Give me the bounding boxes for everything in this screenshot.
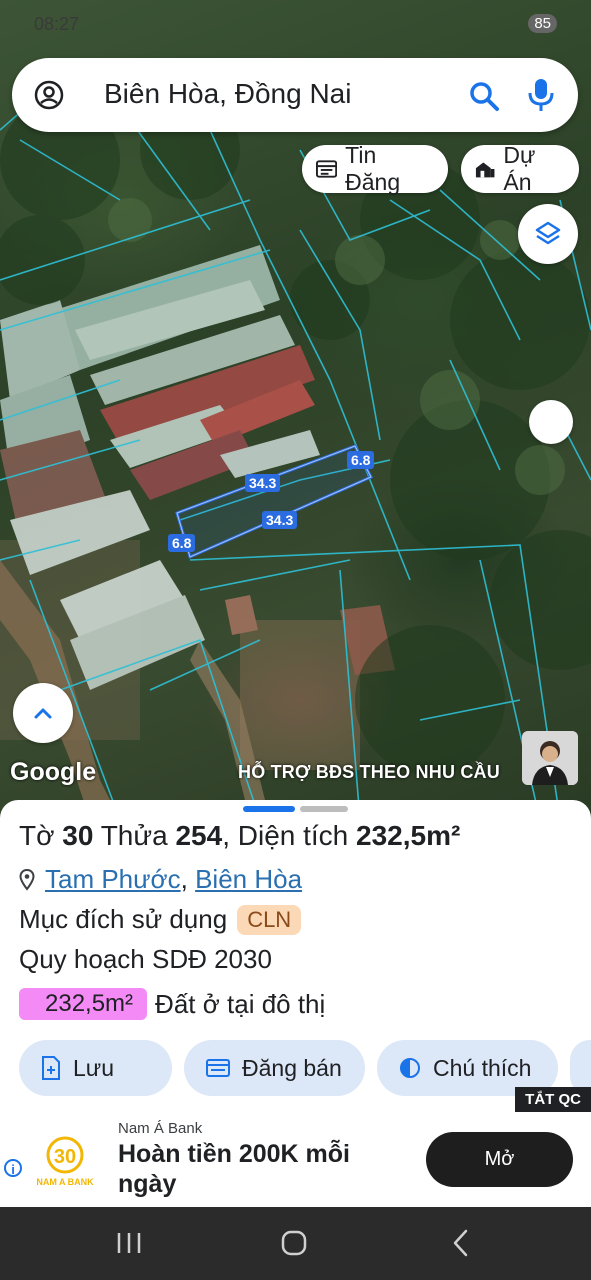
land-use-badge: CLN: [237, 904, 302, 935]
search-bar[interactable]: Biên Hòa, Đồng Nai: [12, 58, 578, 132]
add-file-icon: [42, 1056, 60, 1080]
building-icon: [475, 162, 495, 178]
city-link[interactable]: Biên Hòa: [195, 864, 302, 894]
parcel-info-sheet[interactable]: Tờ 30 Thửa 254, Diện tích 232,5m² Tam Ph…: [0, 800, 591, 1116]
location-pin-icon: [19, 868, 35, 891]
ad-open-button[interactable]: Mở: [426, 1132, 573, 1187]
status-bar: 08:27 85: [34, 10, 557, 40]
sheet-label: Tờ: [19, 820, 55, 851]
map-side-button[interactable]: [529, 400, 573, 444]
contrast-icon: [400, 1058, 420, 1078]
edge-label: 6.8: [347, 451, 375, 469]
hide-ad-button[interactable]: TẮT QC: [515, 1087, 591, 1112]
post-sale-button[interactable]: Đăng bán: [184, 1040, 365, 1096]
home-icon: [281, 1230, 307, 1256]
plan-area-row: 232,5m² Đất ở tại đô thị: [19, 988, 325, 1020]
listings-button[interactable]: Tin Đăng: [302, 142, 448, 195]
battery-indicator: 85: [528, 14, 557, 33]
microphone-icon[interactable]: [528, 78, 554, 112]
ad-info-icon[interactable]: i: [4, 1159, 22, 1177]
plan-land-type: Đất ở tại đô thị: [155, 988, 326, 1019]
edge-label: 6.8: [168, 534, 196, 552]
status-time: 08:27: [34, 14, 80, 34]
search-icon[interactable]: [468, 80, 500, 112]
layers-icon: [535, 221, 561, 245]
back-icon: [453, 1229, 468, 1257]
edge-label: 34.3: [245, 474, 281, 492]
support-banner-text[interactable]: HỖ TRỢ BĐS THEO NHU CẦU: [238, 762, 500, 783]
legend-label: Chú thích: [433, 1054, 532, 1081]
location-separator: ,: [180, 864, 188, 894]
plot-number: 254: [175, 820, 223, 851]
dirt-area: [240, 620, 360, 770]
area-label: , Diện tích: [222, 820, 349, 851]
listings-icon: [316, 160, 338, 178]
save-button[interactable]: Lưu: [19, 1040, 172, 1096]
post-sale-label: Đăng bán: [242, 1054, 342, 1081]
listings-label: Tin Đăng: [345, 142, 401, 195]
ad-brand: Nam Á Bank: [118, 1120, 203, 1137]
ad-banner[interactable]: i 30 NAM A BANK Nam Á Bank Hoàn tiền 200…: [0, 1115, 591, 1207]
svg-text:30: 30: [54, 1146, 76, 1168]
save-label: Lưu: [73, 1054, 114, 1081]
layers-button[interactable]: [518, 204, 578, 264]
sheet-number: 30: [62, 820, 94, 851]
search-input[interactable]: Biên Hòa, Đồng Nai: [104, 78, 351, 110]
projects-button[interactable]: Dự Án: [461, 142, 579, 195]
chevron-up-icon: [34, 708, 52, 719]
recent-apps-icon: [117, 1233, 141, 1253]
land-use-row: Mục đích sử dụng CLN: [19, 904, 302, 935]
projects-label: Dự Án: [503, 142, 536, 195]
svg-text:NAM A BANK: NAM A BANK: [36, 1177, 94, 1187]
plot-label: Thửa: [100, 820, 168, 851]
nam-a-bank-logo: 30 NAM A BANK: [36, 1136, 94, 1187]
agent-avatar[interactable]: [522, 731, 578, 785]
sheet-handle[interactable]: [300, 806, 348, 812]
nav-buttons: [117, 1229, 468, 1257]
parcel-title: Tờ 30 Thửa 254, Diện tích 232,5m²: [19, 820, 460, 852]
plan-title: Quy hoạch SDĐ 2030: [19, 944, 272, 974]
ward-link[interactable]: Tam Phước: [45, 864, 181, 894]
sheet-handle-active[interactable]: [243, 806, 295, 812]
person-photo: [522, 731, 578, 785]
account-icon[interactable]: [34, 80, 64, 110]
land-use-label: Mục đích sử dụng: [19, 904, 228, 934]
plan-area-chip: 232,5m²: [19, 988, 148, 1020]
parcel-location: Tam Phước, Biên Hòa: [19, 864, 302, 895]
google-watermark: Google: [10, 758, 97, 786]
expand-button[interactable]: [13, 683, 73, 743]
action-buttons: Lưu Đăng bán Chú thích: [19, 1040, 591, 1096]
system-nav-bar: [0, 1207, 591, 1280]
map-view[interactable]: 6.8 34.3 34.3 6.8 08:27 85 Biên Hòa, Đồn…: [0, 0, 591, 820]
edge-label: 34.3: [262, 511, 298, 529]
ad-headline: Hoàn tiền 200K mỗi ngày: [118, 1140, 350, 1198]
listing-icon: [206, 1059, 230, 1077]
area-value: 232,5m²: [356, 820, 461, 851]
